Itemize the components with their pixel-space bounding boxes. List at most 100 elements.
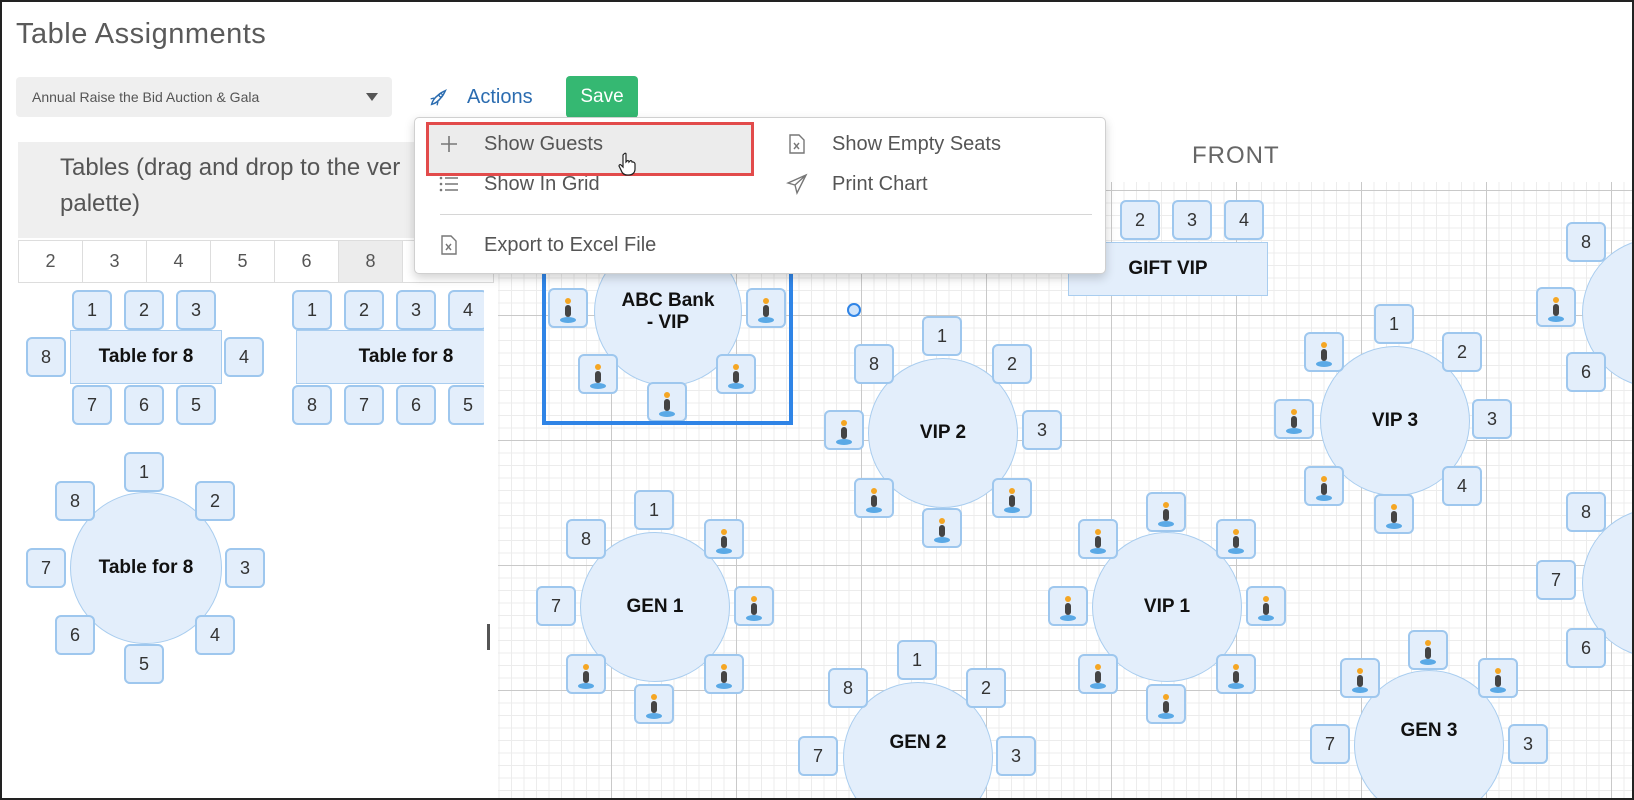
person-icon xyxy=(1316,476,1332,501)
seat: 1 xyxy=(72,290,112,330)
seat[interactable]: 2 xyxy=(966,668,1006,708)
seat: 6 xyxy=(55,615,95,655)
seat[interactable]: 1 xyxy=(922,316,962,356)
person-icon xyxy=(1286,409,1302,434)
event-select[interactable]: Annual Raise the Bid Auction & Gala xyxy=(16,77,392,117)
guest-seat[interactable] xyxy=(1478,658,1518,698)
seat: 2 xyxy=(195,481,235,521)
guest-seat[interactable] xyxy=(1146,492,1186,532)
table-label: GIFT VIP xyxy=(1128,258,1208,279)
seat[interactable]: 3 xyxy=(996,736,1036,776)
seat[interactable]: 7 xyxy=(536,586,576,626)
person-icon xyxy=(1420,640,1436,665)
seat[interactable]: 6 xyxy=(1566,352,1606,392)
guest-seat[interactable] xyxy=(1078,654,1118,694)
guest-seat[interactable] xyxy=(1340,658,1380,698)
list-icon xyxy=(439,176,458,192)
guest-seat[interactable] xyxy=(1216,654,1256,694)
person-icon xyxy=(1228,664,1244,689)
seat[interactable]: 7 xyxy=(1536,560,1576,600)
seat[interactable]: 8 xyxy=(854,344,894,384)
guest-seat[interactable] xyxy=(824,410,864,450)
seat: 6 xyxy=(124,385,164,425)
seat[interactable]: 2 xyxy=(992,344,1032,384)
menu-item-export-excel[interactable]: Export to Excel File xyxy=(438,228,738,262)
seat: 3 xyxy=(396,290,436,330)
guest-seat[interactable] xyxy=(1146,684,1186,724)
resize-handle[interactable] xyxy=(847,303,861,317)
seat[interactable]: 1 xyxy=(1374,304,1414,344)
guest-seat[interactable] xyxy=(854,478,894,518)
seat: 3 xyxy=(225,548,265,588)
seat: 8 xyxy=(55,481,95,521)
guest-seat[interactable] xyxy=(922,508,962,548)
seat[interactable]: 3 xyxy=(1508,724,1548,764)
tab-5[interactable]: 5 xyxy=(211,241,275,282)
seat: 1 xyxy=(124,452,164,492)
menu-item-print-chart[interactable]: Print Chart xyxy=(786,167,1086,201)
seat[interactable]: 8 xyxy=(1566,222,1606,262)
table-label: Table for 8 xyxy=(296,330,484,384)
guest-seat[interactable] xyxy=(1216,519,1256,559)
seat[interactable]: 6 xyxy=(1566,628,1606,668)
menu-item-label: Export to Excel File xyxy=(484,234,657,256)
seat[interactable]: 4 xyxy=(1442,466,1482,506)
seat[interactable]: 8 xyxy=(1566,492,1606,532)
seat[interactable]: 8 xyxy=(828,668,868,708)
menu-item-label: Print Chart xyxy=(832,173,928,195)
seat[interactable]: 2 xyxy=(1120,200,1160,240)
guest-seat[interactable] xyxy=(1304,332,1344,372)
guest-seat[interactable] xyxy=(1246,586,1286,626)
table-label: VIP 1 xyxy=(1143,596,1191,617)
tab-8[interactable]: 8 xyxy=(339,241,403,282)
seat[interactable]: 7 xyxy=(798,736,838,776)
panel-splitter[interactable] xyxy=(487,624,490,650)
seat[interactable]: 3 xyxy=(1472,399,1512,439)
seat[interactable]: 2 xyxy=(1442,332,1482,372)
tab-2[interactable]: 2 xyxy=(19,241,83,282)
guest-seat[interactable] xyxy=(704,654,744,694)
guest-seat[interactable] xyxy=(634,684,674,724)
guest-seat[interactable] xyxy=(1536,287,1576,327)
person-icon xyxy=(1158,694,1174,719)
paper-plane-icon xyxy=(786,173,808,195)
seat: 8 xyxy=(26,337,66,377)
seat[interactable]: 1 xyxy=(897,640,937,680)
page-title: Table Assignments xyxy=(16,18,267,50)
person-icon xyxy=(1490,668,1506,693)
tab-4[interactable]: 4 xyxy=(147,241,211,282)
menu-item-label: Show Empty Seats xyxy=(832,133,1001,155)
menu-item-show-empty-seats[interactable]: Show Empty Seats xyxy=(786,127,1086,161)
tab-3[interactable]: 3 xyxy=(83,241,147,282)
guest-seat[interactable] xyxy=(1274,399,1314,439)
guest-seat[interactable] xyxy=(566,654,606,694)
seat[interactable]: 7 xyxy=(1310,724,1350,764)
table-label: VIP 2 xyxy=(919,422,967,443)
save-button[interactable]: Save xyxy=(566,76,638,118)
guest-seat[interactable] xyxy=(1408,630,1448,670)
palette-table-rect-wide[interactable]: Table for 8 1 2 3 4 8 7 6 5 xyxy=(288,282,484,432)
table-label: GEN 2 xyxy=(889,732,947,753)
table-label: GEN 3 xyxy=(1400,720,1458,741)
seat[interactable]: 1 xyxy=(634,490,674,530)
guest-seat[interactable] xyxy=(1078,519,1118,559)
person-icon xyxy=(934,518,950,543)
excel-file-icon xyxy=(789,134,805,154)
guest-seat[interactable] xyxy=(1374,494,1414,534)
seat[interactable]: 8 xyxy=(566,519,606,559)
seat: 8 xyxy=(292,385,332,425)
seat[interactable]: 3 xyxy=(1172,200,1212,240)
person-icon xyxy=(1158,502,1174,527)
guest-seat[interactable] xyxy=(1048,586,1088,626)
rocket-icon xyxy=(430,89,447,106)
person-icon xyxy=(866,488,882,513)
seat[interactable]: 3 xyxy=(1022,410,1062,450)
guest-seat[interactable] xyxy=(992,478,1032,518)
guest-seat[interactable] xyxy=(704,519,744,559)
seat: 1 xyxy=(292,290,332,330)
tab-6[interactable]: 6 xyxy=(275,241,339,282)
guest-seat[interactable] xyxy=(1304,466,1344,506)
table-label: VIP 3 xyxy=(1371,410,1419,431)
seat[interactable]: 4 xyxy=(1224,200,1264,240)
guest-seat[interactable] xyxy=(734,586,774,626)
